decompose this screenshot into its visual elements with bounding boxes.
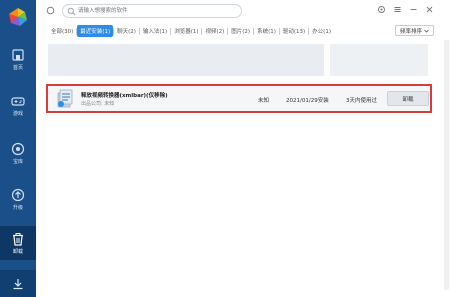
app-logo-icon	[9, 8, 27, 26]
sidebar-item-home[interactable]: 首页	[0, 42, 36, 76]
settings-icon[interactable]	[377, 5, 386, 14]
gamepad-icon	[11, 96, 25, 106]
app-icon	[57, 89, 73, 108]
sort-label: 频率排序	[399, 28, 422, 35]
sidebar-item-label: 首页	[12, 64, 23, 71]
tab-office[interactable]: 办公(1)	[309, 25, 334, 37]
app-usage-frequency: 3天内使用过	[346, 98, 377, 104]
home-icon	[12, 48, 24, 61]
sort-dropdown[interactable]: 频率排序	[394, 25, 434, 36]
uninstall-button[interactable]: 卸载	[387, 91, 429, 106]
tab-all[interactable]: 全部(30)	[48, 25, 76, 37]
sidebar-item-uninstall[interactable]: 卸载	[0, 226, 36, 260]
tab-browser[interactable]: 浏览器(1)	[171, 25, 201, 37]
sidebar-item-upgrade[interactable]: 升级	[0, 182, 36, 216]
search-icon	[67, 7, 76, 16]
tab-chat[interactable]: 聊天(2)	[114, 25, 139, 37]
sidebar-item-label: 升级	[12, 204, 23, 211]
app-name: 释放视频转换器(xmlbar)(仅移除)	[81, 93, 168, 99]
sidebar-item-label: 游戏	[12, 110, 23, 117]
sidebar-item-games[interactable]: 游戏	[0, 88, 36, 122]
menu-icon[interactable]	[393, 5, 402, 14]
scrollbar[interactable]	[444, 40, 449, 290]
refresh-icon[interactable]	[46, 6, 55, 15]
app-publisher: 出品公司: 未知	[81, 101, 115, 107]
category-tabs: 全部(30) 最近安装(1) 聊天(2) 输入法(1) 浏览器(1) 视频(2)…	[48, 24, 334, 38]
search-input[interactable]	[78, 6, 238, 16]
sidebar-item-label: 卸载	[12, 248, 23, 255]
tab-input-method[interactable]: 输入法(1)	[140, 25, 170, 37]
download-manager-button[interactable]	[0, 270, 36, 297]
app-install-date: 2021/01/29安装	[286, 98, 329, 104]
upgrade-icon	[11, 188, 25, 201]
close-icon[interactable]	[425, 5, 434, 14]
app-size: 未知	[258, 98, 270, 104]
minimize-icon[interactable]	[409, 5, 418, 14]
chevron-down-icon	[424, 29, 429, 33]
search-box	[62, 4, 242, 18]
top-bar	[36, 0, 450, 22]
list-item: 释放视频转换器(xmlbar)(仅移除) 出品公司: 未知 未知 2021/01…	[46, 84, 432, 113]
sidebar-item-treasury[interactable]: 宝库	[0, 136, 36, 170]
tab-driver[interactable]: 驱动(13)	[280, 25, 308, 37]
sidebar-item-label: 宝库	[12, 158, 23, 165]
download-icon	[13, 278, 23, 289]
trash-icon	[13, 232, 23, 246]
tab-recently-installed[interactable]: 最近安装(1)	[77, 25, 114, 37]
banner-side-area	[330, 44, 428, 76]
banner-area	[48, 44, 324, 76]
treasury-icon	[11, 142, 25, 155]
tab-video[interactable]: 视频(2)	[202, 25, 227, 37]
tab-system[interactable]: 系统(1)	[254, 25, 279, 37]
tab-image[interactable]: 图片(2)	[228, 25, 253, 37]
sidebar: 首页 游戏 宝库 升级 卸载	[0, 0, 36, 297]
